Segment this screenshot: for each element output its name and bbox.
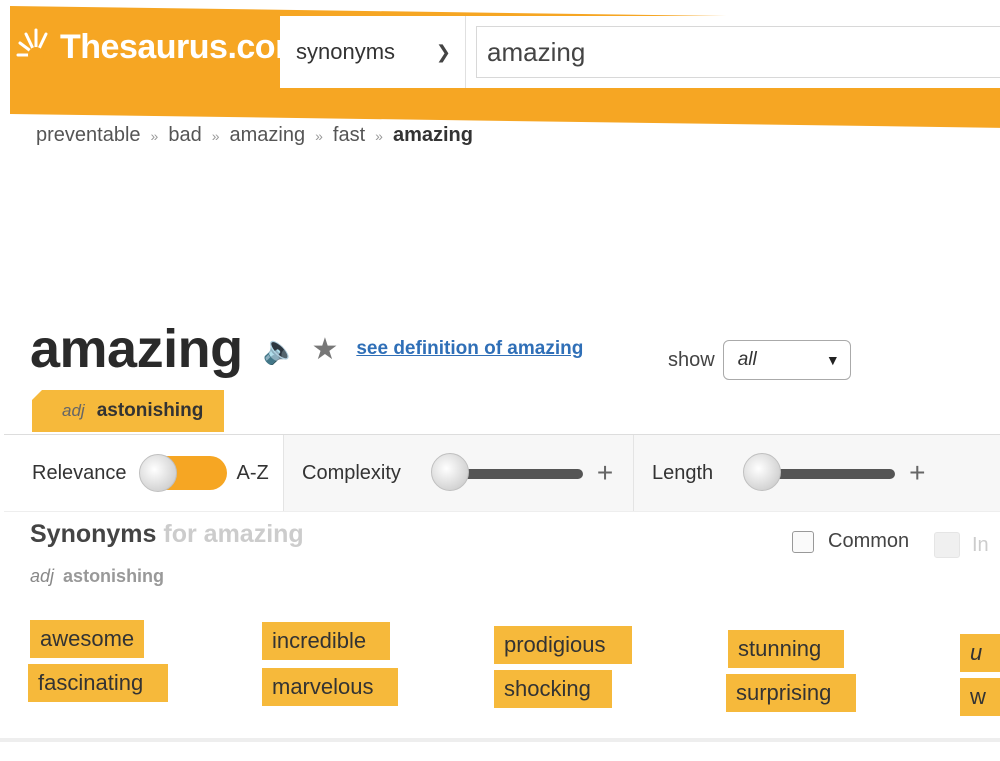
headword: amazing [30,319,243,379]
synonym-chip[interactable]: surprising [726,674,856,712]
sun-logo-icon [14,25,58,69]
breadcrumb-separator: » [150,127,159,144]
synonym-chip[interactable]: w [960,678,1000,716]
synonyms-sense-label: astonishing [63,566,165,586]
search-type-label: synonyms [296,39,396,64]
slider-knob[interactable] [430,453,469,491]
slider-knob[interactable] [743,453,782,491]
sense-tab-label: astonishing [96,400,204,421]
informal-checkbox[interactable] [934,532,960,558]
plus-icon[interactable]: + [597,457,613,489]
sense-tab[interactable]: adj astonishing [32,390,224,432]
length-filter: Length + [634,435,1000,511]
breadcrumb-item[interactable]: bad [168,124,201,147]
informal-filter[interactable]: In [934,532,989,558]
filter-bar: Relevance A-Z Complexity + Length + [4,434,1000,512]
show-filter: show all ▼ [668,340,851,380]
show-label: show [668,348,715,371]
common-label: Common [828,530,910,552]
synonym-chip[interactable]: u [960,634,1000,672]
search-box: synonyms ❯ [280,16,1000,88]
search-input[interactable] [476,26,1000,78]
common-filter[interactable]: Common [792,530,909,553]
breadcrumb-current: amazing [392,124,473,146]
synonyms-for: for amazing [163,520,304,548]
synonym-chip[interactable]: fascinating [28,664,168,702]
toggle-knob[interactable] [138,454,177,492]
synonym-chip[interactable]: stunning [728,630,844,668]
sort-toggle[interactable] [138,454,227,492]
see-definition-link[interactable]: see definition of amazing [356,338,583,360]
speaker-icon[interactable]: 🔈 [263,333,298,366]
common-checkbox[interactable] [792,530,814,553]
caret-down-icon: ▼ [825,352,840,368]
show-select-value: all [737,349,757,370]
search-type-dropdown[interactable]: synonyms ❯ [280,16,466,88]
sense-tab-pos: adj [62,401,85,420]
breadcrumb-separator: » [315,127,323,144]
relevance-label: Relevance [32,461,127,484]
divider [0,738,1000,742]
logo[interactable]: Thesaurus.com [14,12,305,82]
synonym-chip[interactable]: awesome [30,620,145,658]
site-header: Thesaurus.com synonyms ❯ [0,0,1000,128]
complexity-filter: Complexity + [284,435,634,511]
breadcrumb-item[interactable]: preventable [36,124,141,147]
breadcrumb: preventable » bad » amazing » fast » ama… [36,124,473,147]
breadcrumb-separator: » [211,127,220,144]
synonym-chip[interactable]: shocking [494,670,612,708]
synonyms-sense: adj astonishing [30,566,164,587]
show-select[interactable]: all ▼ [722,340,851,380]
complexity-label: Complexity [302,461,401,484]
synonym-chip[interactable]: incredible [262,622,390,660]
plus-icon[interactable]: + [909,457,925,489]
az-label: A-Z [236,461,269,484]
length-slider[interactable] [743,453,896,493]
breadcrumb-item[interactable]: fast [333,124,365,147]
star-icon[interactable]: ★ [311,332,338,367]
complexity-slider[interactable] [430,453,583,493]
synonyms-heading: Synonyms for amazing [30,520,304,549]
logo-text: Thesaurus.com [60,27,305,66]
synonyms-title: Synonyms [30,520,157,548]
synonym-chip[interactable]: marvelous [262,668,398,706]
synonyms-pos: adj [30,566,55,586]
breadcrumb-separator: » [375,127,383,144]
headword-row: amazing 🔈 ★ see definition of amazing [30,318,583,380]
length-label: Length [652,461,714,484]
chevron-down-icon: ❯ [435,41,451,62]
sort-filter: Relevance A-Z [4,435,284,511]
informal-label: In [972,533,989,556]
synonym-chip[interactable]: prodigious [494,626,632,664]
breadcrumb-item[interactable]: amazing [230,124,306,147]
